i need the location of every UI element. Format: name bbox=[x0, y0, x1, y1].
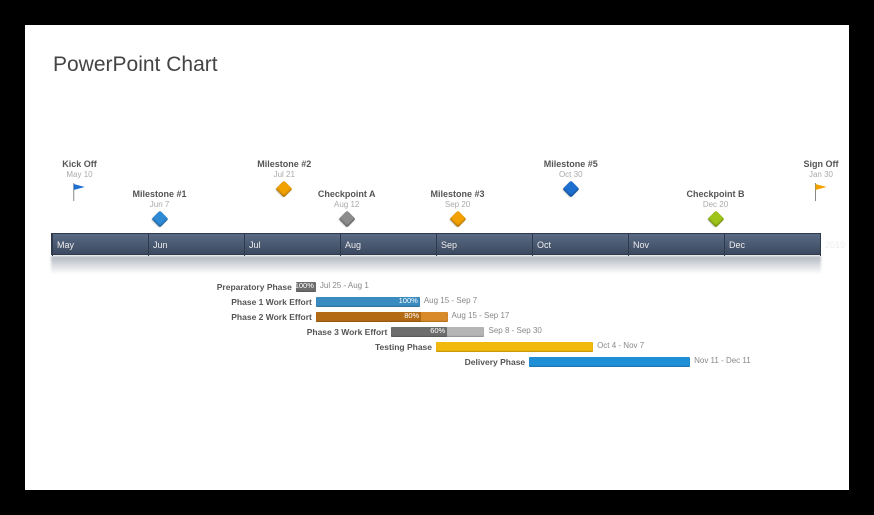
diamond-icon bbox=[151, 211, 168, 228]
task-dates: Aug 15 - Sep 7 bbox=[424, 295, 477, 306]
task-pct: 100% bbox=[288, 280, 314, 291]
milestone-date: Aug 12 bbox=[334, 200, 359, 209]
milestone: Checkpoint BDec 20 bbox=[686, 189, 744, 225]
flag-icon bbox=[814, 183, 828, 201]
milestone-date: Jan 30 bbox=[809, 170, 833, 179]
milestone-label: Kick Off bbox=[62, 159, 97, 169]
flag-icon bbox=[72, 183, 86, 201]
axis-tick: Jul bbox=[244, 234, 261, 256]
milestone: Milestone #5Oct 30 bbox=[544, 159, 598, 195]
task-dates: Nov 11 - Dec 11 bbox=[694, 355, 751, 366]
milestone: Checkpoint AAug 12 bbox=[318, 189, 376, 225]
task-pct: 100% bbox=[392, 295, 418, 306]
milestone-label: Checkpoint B bbox=[686, 189, 744, 199]
axis-tick: Oct bbox=[532, 234, 551, 256]
timeline-axis: MayJunJulAugSepOctNovDec2019 bbox=[51, 233, 821, 255]
milestone-date: Dec 20 bbox=[703, 200, 728, 209]
milestone: Sign OffJan 30 bbox=[804, 159, 839, 201]
axis-tick: Aug bbox=[340, 234, 361, 256]
task-dates: Aug 15 - Sep 17 bbox=[452, 310, 510, 321]
milestone: Milestone #3Sep 20 bbox=[431, 189, 485, 225]
milestone-label: Sign Off bbox=[804, 159, 839, 169]
task-dates: Sep 8 - Sep 30 bbox=[489, 325, 542, 336]
diamond-icon bbox=[276, 181, 293, 198]
diamond-icon bbox=[707, 211, 724, 228]
task-label: Phase 1 Work Effort bbox=[231, 297, 316, 307]
slide: PowerPoint Chart May Jun Jul Aug Sep Oct Nov De… bbox=[25, 25, 849, 490]
task-row: Delivery Phase Nov 11 - Dec 11 bbox=[51, 356, 821, 368]
milestone-date: Jun 7 bbox=[150, 200, 170, 209]
task-dates: Jul 25 - Aug 1 bbox=[320, 280, 369, 291]
milestone: Milestone #1Jun 7 bbox=[133, 189, 187, 225]
axis-shadow bbox=[51, 256, 821, 274]
milestone-label: Checkpoint A bbox=[318, 189, 376, 199]
axis-tick: Dec bbox=[724, 234, 745, 256]
axis-tick: 2019 bbox=[820, 234, 825, 256]
milestone-label: Milestone #2 bbox=[257, 159, 311, 169]
task-bar bbox=[529, 357, 690, 367]
task-dates: Oct 4 - Nov 7 bbox=[597, 340, 644, 351]
task-pct: 60% bbox=[419, 325, 445, 336]
task-bar bbox=[436, 342, 593, 352]
task-label: Testing Phase bbox=[375, 342, 436, 352]
diamond-icon bbox=[338, 211, 355, 228]
milestone-date: Oct 30 bbox=[559, 170, 583, 179]
milestone-label: Milestone #5 bbox=[544, 159, 598, 169]
milestone-date: Sep 20 bbox=[445, 200, 470, 209]
page-title: PowerPoint Chart bbox=[53, 53, 821, 77]
task-pct: 80% bbox=[393, 310, 419, 321]
axis-tick: Jun bbox=[148, 234, 168, 256]
diamond-icon bbox=[449, 211, 466, 228]
task-label: Preparatory Phase bbox=[217, 282, 296, 292]
task-row: Testing Phase Oct 4 - Nov 7 bbox=[51, 341, 821, 353]
axis-tick: Nov bbox=[628, 234, 649, 256]
milestone: Kick OffMay 10 bbox=[62, 159, 97, 201]
axis-tick: Sep bbox=[436, 234, 457, 256]
task-row: Phase 1 Work Effort 100% Aug 15 - Sep 7 bbox=[51, 296, 821, 308]
milestone-date: Jul 21 bbox=[274, 170, 295, 179]
milestone-date: May 10 bbox=[66, 170, 92, 179]
axis-tick: May bbox=[52, 234, 74, 256]
task-row: Preparatory Phase100% Jul 25 - Aug 1 bbox=[51, 281, 821, 293]
task-row: Phase 3 Work Effort 60% Sep 8 - Sep 30 bbox=[51, 326, 821, 338]
task-label: Phase 2 Work Effort bbox=[231, 312, 316, 322]
task-row: Phase 2 Work Effort 80% Aug 15 - Sep 17 bbox=[51, 311, 821, 323]
task-label: Delivery Phase bbox=[465, 357, 529, 367]
task-label: Phase 3 Work Effort bbox=[307, 327, 392, 337]
gantt-chart: MayJunJulAugSepOctNovDec2019 Kick OffMay… bbox=[51, 137, 821, 457]
diamond-icon bbox=[562, 181, 579, 198]
milestone-label: Milestone #1 bbox=[133, 189, 187, 199]
milestone: Milestone #2Jul 21 bbox=[257, 159, 311, 195]
milestone-label: Milestone #3 bbox=[431, 189, 485, 199]
